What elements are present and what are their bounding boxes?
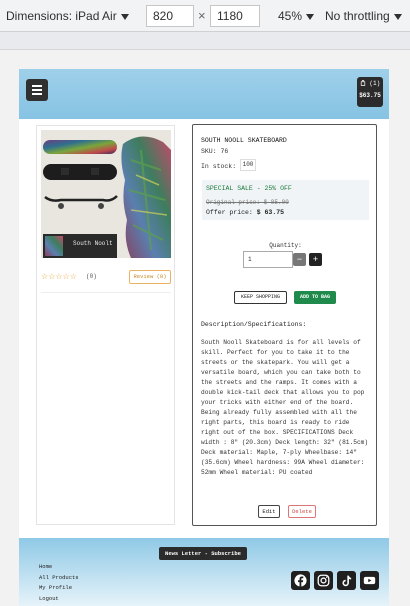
device-viewport: (1) $63.75 South Noolt ☆☆☆☆☆ (0) Review … bbox=[0, 50, 410, 606]
menu-icon[interactable] bbox=[26, 79, 48, 101]
site-header: (1) $63.75 bbox=[19, 69, 389, 119]
sale-box: SPECIAL SALE - 25% OFF Original price: $… bbox=[202, 180, 369, 220]
sale-label: SPECIAL SALE - 25% OFF bbox=[206, 185, 292, 192]
cart-count: (1) bbox=[369, 80, 381, 87]
star-icon: ☆☆☆☆☆ bbox=[41, 272, 77, 281]
footer-link-all-products[interactable]: All Products bbox=[39, 573, 79, 584]
decrement-button[interactable]: − bbox=[293, 253, 306, 266]
device-label: Dimensions: iPad Air bbox=[6, 9, 117, 23]
product-details-card: SOUTH NOOLL SKATEBOARD SKU: 76 In stock:… bbox=[192, 124, 377, 526]
zoom-selector[interactable]: 45% bbox=[278, 9, 315, 23]
rating-count: (0) bbox=[86, 273, 97, 280]
device-selector[interactable]: Dimensions: iPad Air bbox=[6, 9, 129, 23]
instagram-icon[interactable] bbox=[314, 571, 333, 590]
add-to-bag-button[interactable]: ADD TO BAG bbox=[294, 291, 336, 304]
devtools-toolbar: Dimensions: iPad Air 820 × 1180 45% No t… bbox=[0, 0, 410, 32]
bag-icon bbox=[360, 79, 365, 86]
footer-links: Home All Products My Profile Logout bbox=[39, 562, 79, 604]
description-heading: Description/Specifications: bbox=[201, 321, 307, 328]
cart-total: $63.75 bbox=[359, 92, 381, 99]
product-name: SOUTH NOOLL SKATEBOARD bbox=[201, 137, 287, 144]
stock-label: In stock: bbox=[201, 163, 237, 170]
dimension-separator: × bbox=[198, 8, 206, 23]
product-sku: SKU: 76 bbox=[201, 148, 229, 155]
divider bbox=[41, 292, 171, 293]
product-description: South Nooll Skateboard is for all levels… bbox=[201, 339, 369, 476]
delete-button[interactable]: Delete bbox=[288, 505, 316, 518]
cart-count-row: (1) bbox=[357, 79, 383, 87]
keep-shopping-button[interactable]: KEEP SHOPPING bbox=[234, 291, 287, 304]
chevron-down-icon bbox=[120, 13, 129, 20]
height-input[interactable]: 1180 bbox=[210, 5, 260, 27]
stock-value: 100 bbox=[240, 159, 256, 171]
devtools-ruler bbox=[0, 32, 410, 50]
offer-label: Offer price: bbox=[206, 209, 253, 216]
quantity-input[interactable]: 1 bbox=[243, 251, 293, 268]
throttling-label: No throttling bbox=[325, 9, 390, 23]
offer-price: $ 63.75 bbox=[256, 209, 285, 216]
social-links bbox=[287, 571, 379, 591]
chevron-down-icon bbox=[306, 13, 315, 20]
quantity-label: Quantity: bbox=[269, 242, 302, 249]
cart-button[interactable]: (1) $63.75 bbox=[357, 77, 383, 107]
rating-row: ☆☆☆☆☆ (0) Review (0) bbox=[41, 270, 171, 286]
width-input[interactable]: 820 bbox=[146, 5, 194, 27]
quantity-stepper: 1 − + bbox=[243, 251, 325, 268]
original-price: Original price: $ 85.00 bbox=[206, 199, 289, 206]
facebook-icon[interactable] bbox=[291, 571, 310, 590]
zoom-label: 45% bbox=[278, 9, 303, 23]
youtube-icon[interactable] bbox=[360, 571, 379, 590]
product-image-card: South Noolt ☆☆☆☆☆ (0) Review (0) bbox=[36, 125, 175, 525]
product-page: (1) $63.75 South Noolt ☆☆☆☆☆ (0) Review … bbox=[19, 69, 389, 606]
newsletter-subscribe-button[interactable]: News Letter - Subscribe bbox=[159, 547, 247, 560]
image-brand-text: South Noolt bbox=[73, 240, 113, 247]
increment-button[interactable]: + bbox=[309, 253, 322, 266]
site-footer: News Letter - Subscribe Home All Product… bbox=[19, 538, 389, 606]
edit-button[interactable]: Edit bbox=[258, 505, 280, 518]
review-button[interactable]: Review (0) bbox=[129, 270, 171, 284]
product-image[interactable]: South Noolt bbox=[41, 130, 171, 258]
offer-price-row: Offer price: $ 63.75 bbox=[206, 209, 284, 216]
chevron-down-icon bbox=[393, 13, 402, 20]
skateboard-illustration bbox=[41, 130, 171, 258]
footer-link-home[interactable]: Home bbox=[39, 562, 79, 573]
footer-link-logout[interactable]: Logout bbox=[39, 594, 79, 605]
footer-link-my-profile[interactable]: My Profile bbox=[39, 583, 79, 594]
tiktok-icon[interactable] bbox=[337, 571, 356, 590]
throttling-selector[interactable]: No throttling bbox=[325, 9, 402, 23]
